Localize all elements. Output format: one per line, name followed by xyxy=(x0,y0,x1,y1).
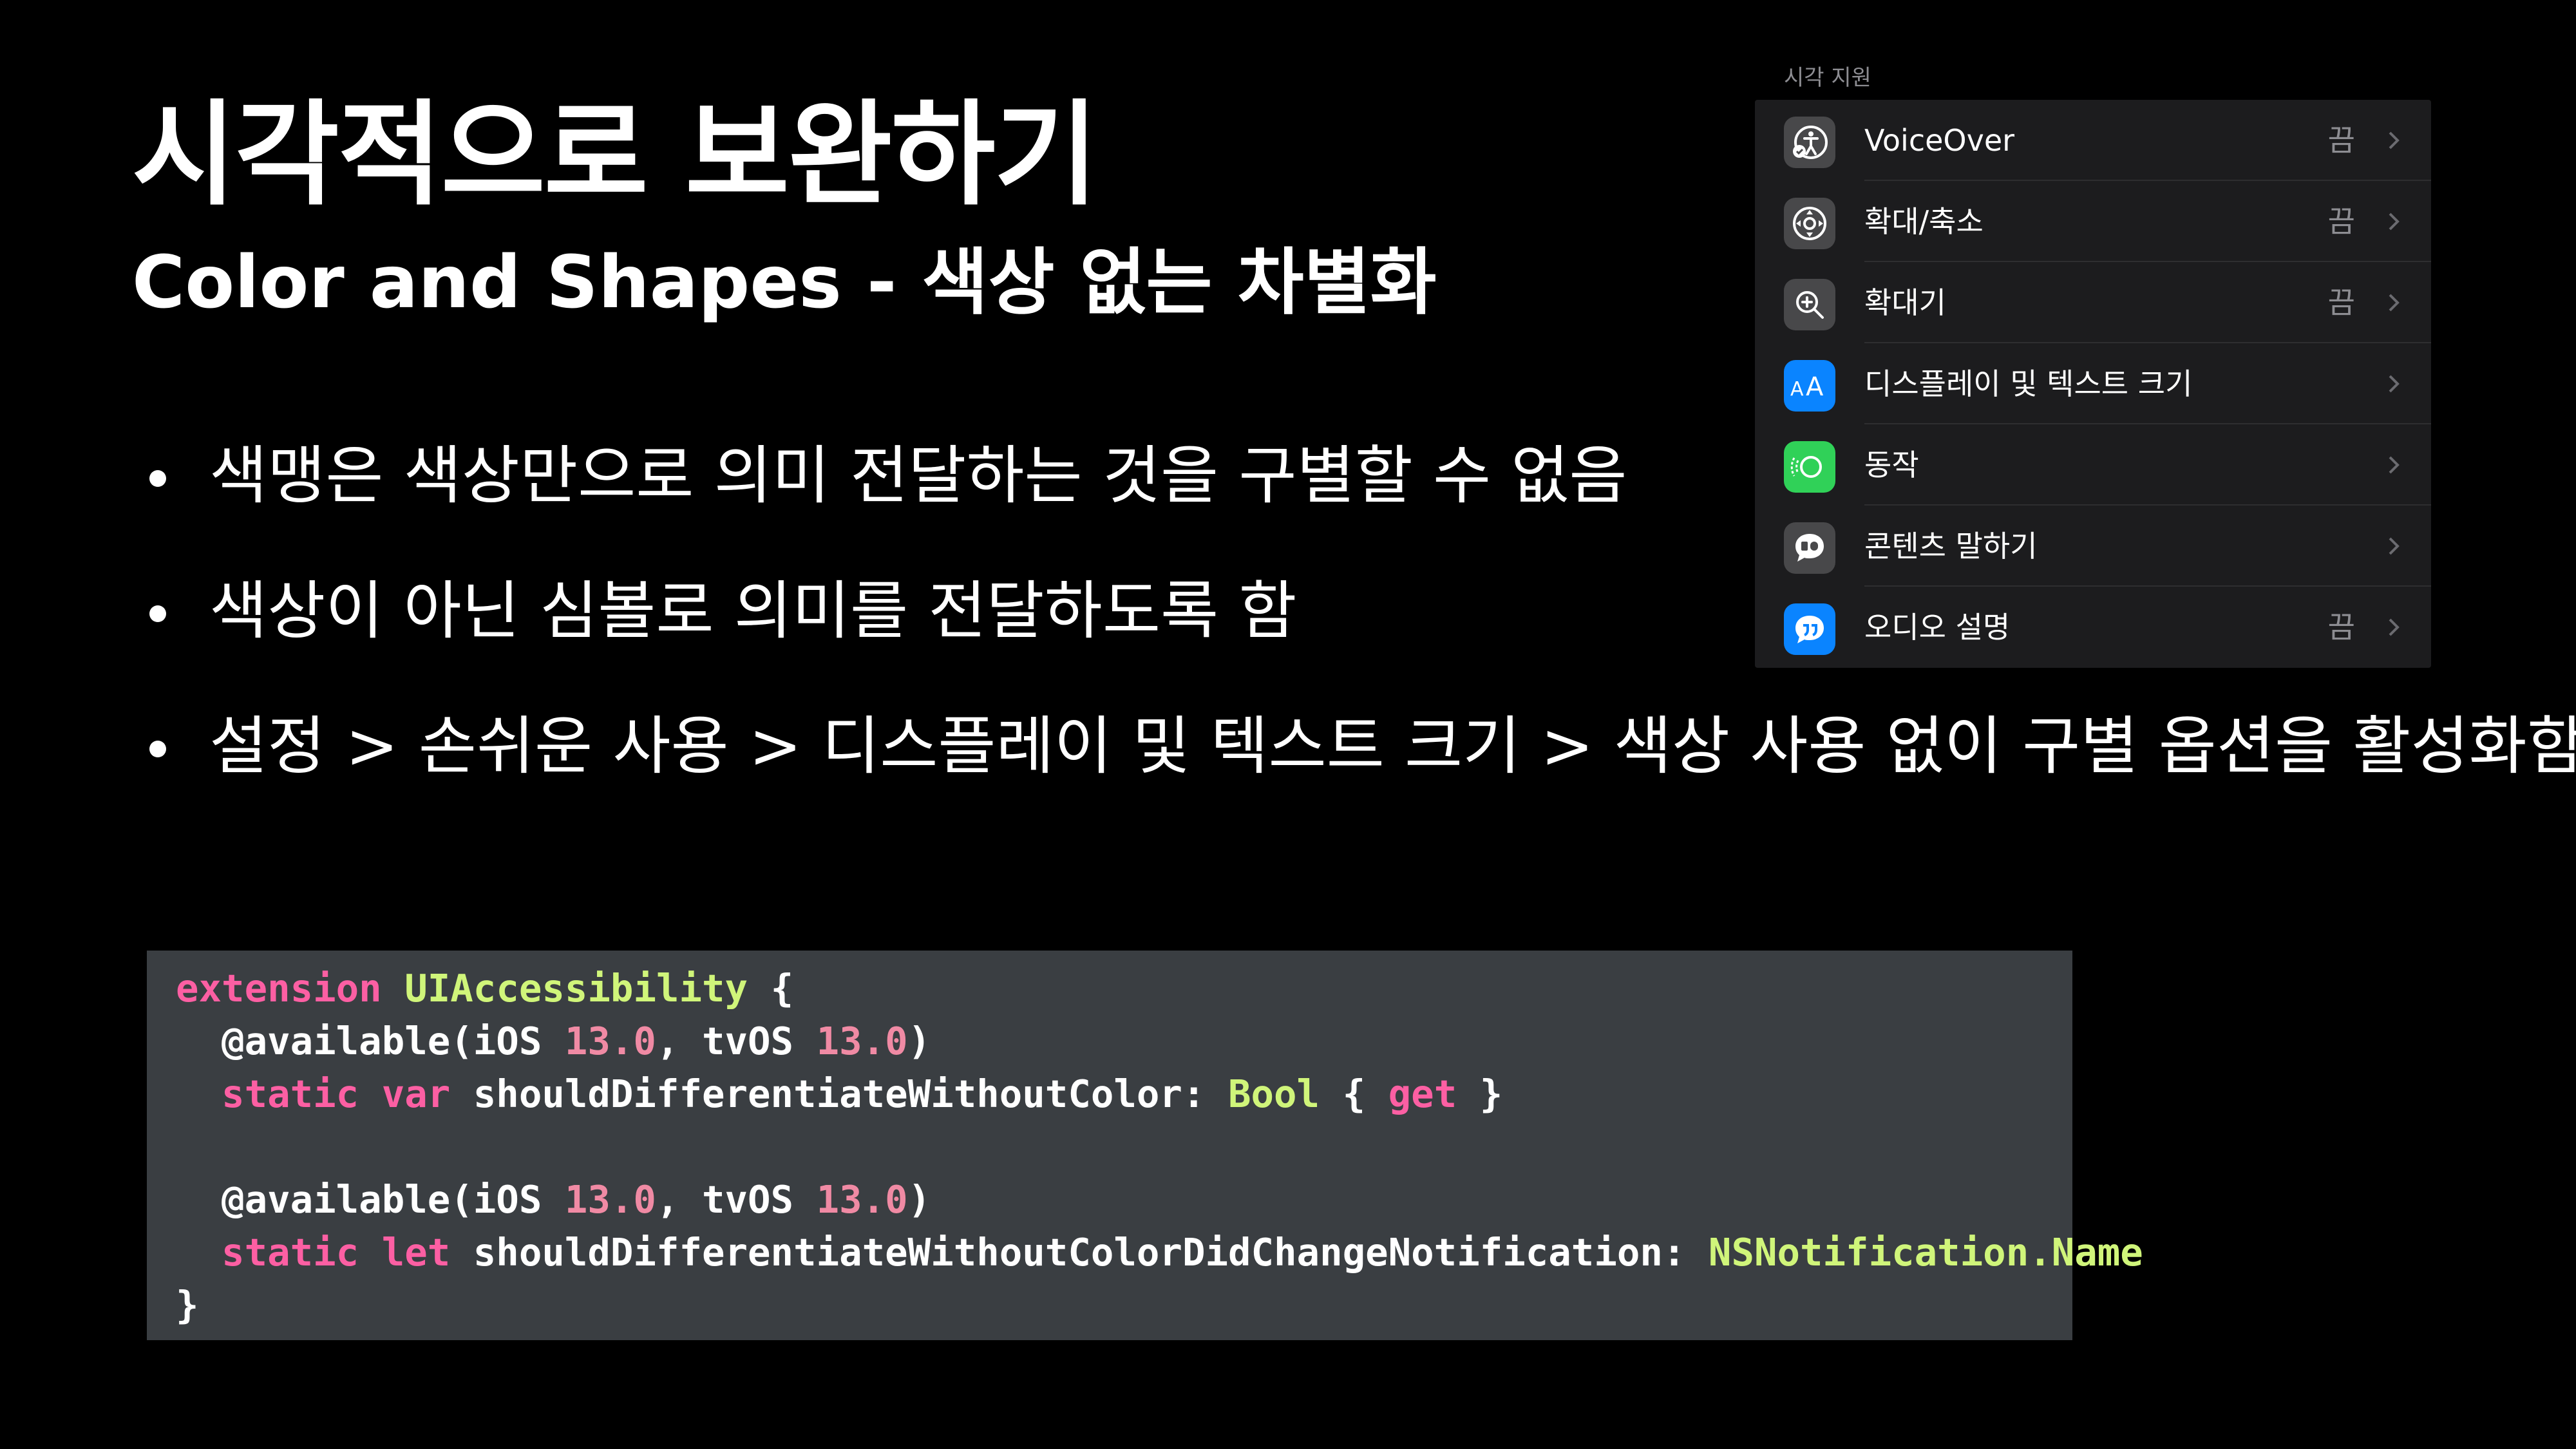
code-keyword: static let xyxy=(176,1230,451,1274)
text-size-icon: AA xyxy=(1784,360,1835,412)
code-number: 13.0 xyxy=(564,1177,656,1222)
svg-text:A: A xyxy=(1806,372,1824,402)
settings-row-zoom[interactable]: 확대/축소 끔 xyxy=(1755,181,2431,262)
code-plain: ) xyxy=(907,1019,931,1063)
bullet-text: 색맹은 색상만으로 의미 전달하는 것을 구별할 수 없음 xyxy=(209,439,1627,513)
code-plain: { xyxy=(1320,1072,1388,1116)
slide-subtitle: Color and Shapes - 색상 없는 차별화 xyxy=(132,241,1437,325)
magnifier-icon xyxy=(1784,279,1835,330)
chevron-right-icon xyxy=(2389,375,2400,393)
settings-row-spoken-content[interactable]: 콘텐츠 말하기 xyxy=(1755,506,2431,587)
chevron-right-icon xyxy=(2389,294,2400,312)
code-plain: @available(iOS xyxy=(176,1019,565,1063)
speech-icon xyxy=(1784,522,1835,574)
settings-row-label: 디스플레이 및 텍스트 크기 xyxy=(1864,366,2193,401)
settings-row-value: 끔 xyxy=(2327,123,2355,158)
code-plain: { xyxy=(748,966,794,1010)
code-plain: ) xyxy=(907,1177,931,1222)
bullet-dot xyxy=(149,741,166,757)
chevron-right-icon xyxy=(2389,213,2400,231)
settings-row-magnifier[interactable]: 확대기 끔 xyxy=(1755,262,2431,343)
code-plain: } xyxy=(1457,1072,1503,1116)
code-keyword: extension xyxy=(176,966,382,1010)
code-number: 13.0 xyxy=(816,1019,908,1063)
settings-row-value: 끔 xyxy=(2327,285,2355,320)
svg-text:A: A xyxy=(1790,378,1804,401)
voiceover-icon xyxy=(1784,117,1835,168)
code-plain: , tvOS xyxy=(656,1177,817,1222)
settings-row-motion[interactable]: 동작 xyxy=(1755,424,2431,506)
code-plain: @available(iOS xyxy=(176,1177,565,1222)
code-text: extension UIAccessibility { @available(i… xyxy=(176,962,2143,1332)
slide-title: 시각적으로 보완하기 xyxy=(132,89,1099,221)
code-type: Bool xyxy=(1227,1072,1320,1116)
settings-row-value: 끔 xyxy=(2327,204,2355,239)
settings-row-display-text-size[interactable]: AA 디스플레이 및 텍스트 크기 xyxy=(1755,343,2431,424)
settings-row-label: 오디오 설명 xyxy=(1864,610,2011,645)
code-plain: shouldDifferentiateWithoutColor: xyxy=(450,1072,1228,1116)
bullet-text: 색상이 아닌 심볼로 의미를 전달하도록 함 xyxy=(209,574,1297,648)
code-block: extension UIAccessibility { @available(i… xyxy=(147,951,2143,1340)
settings-row-label: 확대/축소 xyxy=(1864,204,1984,239)
code-type: NSNotification.Name xyxy=(1708,1230,2143,1274)
chevron-right-icon xyxy=(2389,618,2400,636)
settings-section-title: 시각 지원 xyxy=(1784,65,1871,91)
settings-row-voiceover[interactable]: VoiceOver 끔 xyxy=(1755,100,2431,181)
settings-row-audio-description[interactable]: 오디오 설명 끔 xyxy=(1755,587,2431,668)
bullet-dot xyxy=(149,605,166,622)
settings-row-label: 콘텐츠 말하기 xyxy=(1864,529,2038,564)
settings-panel: VoiceOver 끔 확대/축소 끔 확대기 끔 AA 디스플레이 및 텍스트… xyxy=(1755,100,2431,668)
chevron-right-icon xyxy=(2389,537,2400,555)
zoom-icon xyxy=(1784,198,1835,249)
audio-description-icon xyxy=(1784,603,1835,655)
settings-row-label: 확대기 xyxy=(1864,285,1946,320)
chevron-right-icon xyxy=(2389,456,2400,474)
code-plain: shouldDifferentiateWithoutColorDidChange… xyxy=(450,1230,1709,1274)
code-keyword: get xyxy=(1388,1072,1457,1116)
chevron-right-icon xyxy=(2389,131,2400,149)
settings-row-label: VoiceOver xyxy=(1864,123,2015,158)
code-plain: } xyxy=(176,1283,199,1327)
code-plain: , tvOS xyxy=(656,1019,817,1063)
bullet-dot xyxy=(149,470,166,487)
settings-row-value: 끔 xyxy=(2327,610,2355,645)
bullet-text: 설정 > 손쉬운 사용 > 디스플레이 및 텍스트 크기 > 색상 사용 없이 … xyxy=(209,710,2576,783)
code-keyword: static var xyxy=(176,1072,451,1116)
code-number: 13.0 xyxy=(564,1019,656,1063)
code-type: UIAccessibility xyxy=(404,966,748,1010)
motion-icon xyxy=(1784,441,1835,493)
code-number: 13.0 xyxy=(816,1177,908,1222)
settings-row-label: 동작 xyxy=(1864,448,1919,482)
